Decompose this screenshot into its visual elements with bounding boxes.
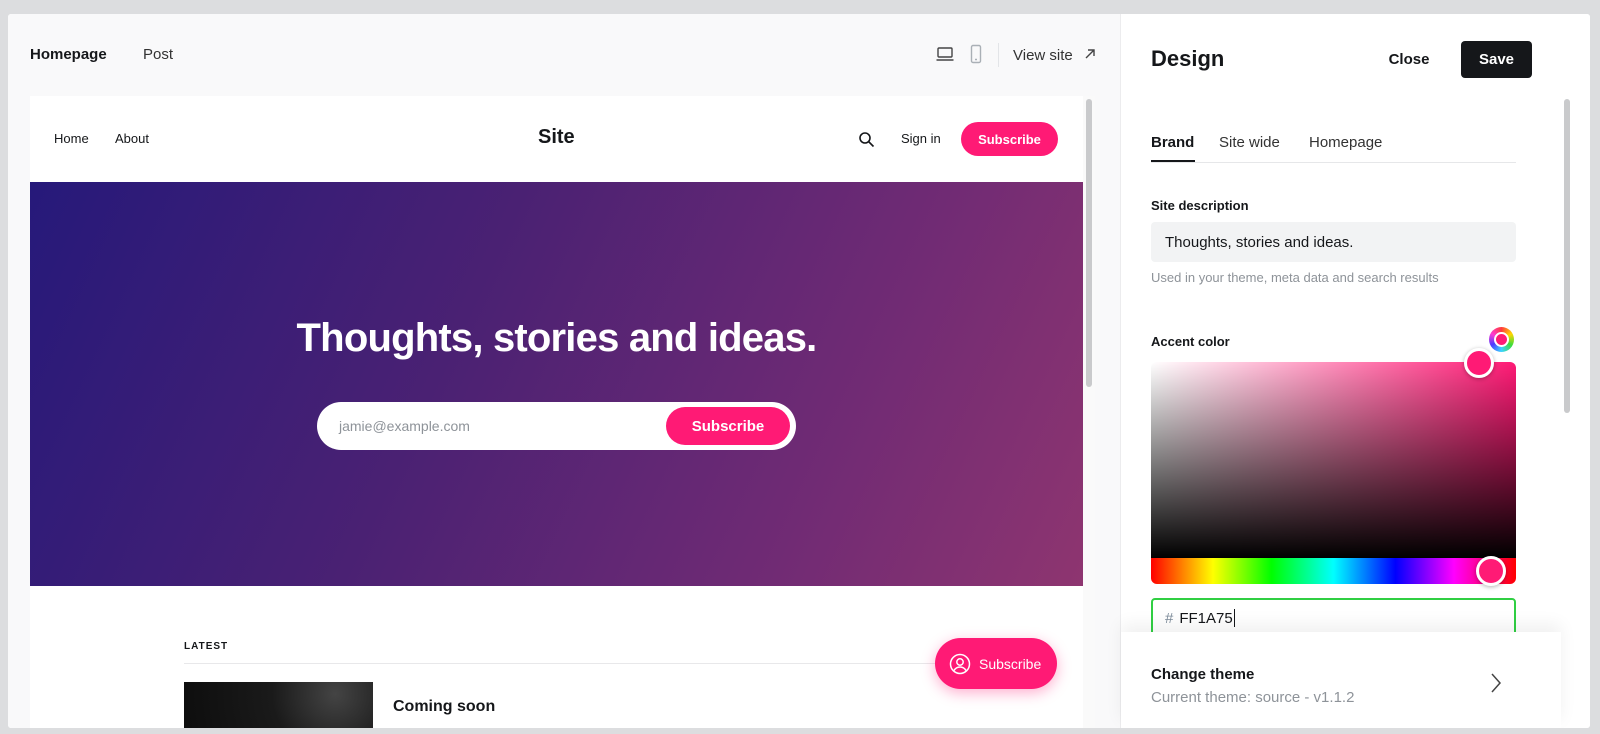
site-title[interactable]: Site [538, 126, 575, 149]
hex-hash-prefix: # [1165, 609, 1174, 627]
latest-divider [184, 663, 969, 664]
site-navbar: Home About Site Sign in Subscribe [30, 96, 1083, 182]
floating-subscribe-label: Subscribe [979, 655, 1042, 672]
saturation-picker[interactable] [1151, 362, 1516, 558]
nav-link-about[interactable]: About [115, 131, 149, 146]
latest-heading: LATEST [184, 641, 229, 652]
toolbar-divider [998, 43, 999, 67]
external-arrow-icon[interactable] [1082, 46, 1098, 67]
ghost-editor-window: Homepage Post View site Home About Site … [8, 14, 1590, 728]
preview-scrollbar-thumb[interactable] [1086, 99, 1092, 387]
preview-area: Homepage Post View site Home About Site … [8, 14, 1120, 728]
hero-banner: Thoughts, stories and ideas. jamie@examp… [30, 182, 1083, 586]
nav-subscribe-button[interactable]: Subscribe [961, 122, 1058, 156]
saturation-knob[interactable] [1464, 348, 1494, 378]
panel-scrollbar[interactable] [1561, 96, 1573, 728]
change-theme-title: Change theme [1151, 666, 1255, 683]
current-theme-text: Current theme: source - v1.1.2 [1151, 689, 1355, 706]
site-description-input[interactable]: Thoughts, stories and ideas. [1151, 222, 1516, 262]
post-thumbnail[interactable] [184, 682, 373, 728]
save-button[interactable]: Save [1461, 41, 1532, 78]
nav-link-home[interactable]: Home [54, 131, 89, 146]
search-icon[interactable] [858, 131, 875, 153]
tab-divider [1151, 162, 1516, 163]
tab-homepage[interactable]: Homepage [30, 46, 107, 63]
floating-subscribe-button[interactable]: Subscribe [935, 638, 1057, 689]
preview-scrollbar[interactable] [1083, 96, 1095, 728]
view-site-link[interactable]: View site [1013, 47, 1073, 64]
panel-title: Design [1151, 46, 1225, 71]
site-description-label: Site description [1151, 198, 1249, 213]
hero-title: Thoughts, stories and ideas. [296, 316, 818, 360]
hue-knob[interactable] [1476, 556, 1506, 586]
hero-email-input[interactable]: jamie@example.com [339, 418, 470, 434]
tab-site-wide[interactable]: Site wide [1219, 134, 1280, 151]
tab-post[interactable]: Post [143, 46, 173, 63]
text-caret [1233, 609, 1235, 627]
hex-value: FF1A75 [1179, 609, 1233, 627]
close-button[interactable]: Close [1373, 40, 1445, 78]
user-circle-icon [949, 653, 971, 675]
desktop-icon[interactable] [935, 44, 955, 69]
chevron-right-icon [1489, 672, 1503, 699]
preview-topbar: Homepage Post View site [8, 14, 1120, 96]
site-description-hint: Used in your theme, meta data and search… [1151, 270, 1439, 285]
tab-homepage-settings[interactable]: Homepage [1309, 134, 1382, 151]
tab-brand[interactable]: Brand [1151, 134, 1194, 151]
design-panel: Design Close Save Brand Site wide Homepa… [1120, 14, 1590, 728]
color-swatch-toggle[interactable] [1489, 327, 1514, 352]
mobile-icon[interactable] [966, 44, 986, 69]
change-theme-row[interactable]: Change theme Current theme: source - v1.… [1121, 632, 1561, 728]
hero-subscribe-form: jamie@example.com Subscribe [317, 402, 796, 450]
panel-scrollbar-thumb[interactable] [1564, 99, 1570, 413]
hue-slider[interactable] [1151, 558, 1516, 584]
hero-subscribe-button[interactable]: Subscribe [666, 407, 790, 445]
post-title[interactable]: Coming soon [393, 698, 495, 716]
signin-link[interactable]: Sign in [901, 131, 941, 146]
accent-color-label: Accent color [1151, 334, 1230, 349]
site-preview-frame: Home About Site Sign in Subscribe Though… [30, 96, 1095, 728]
